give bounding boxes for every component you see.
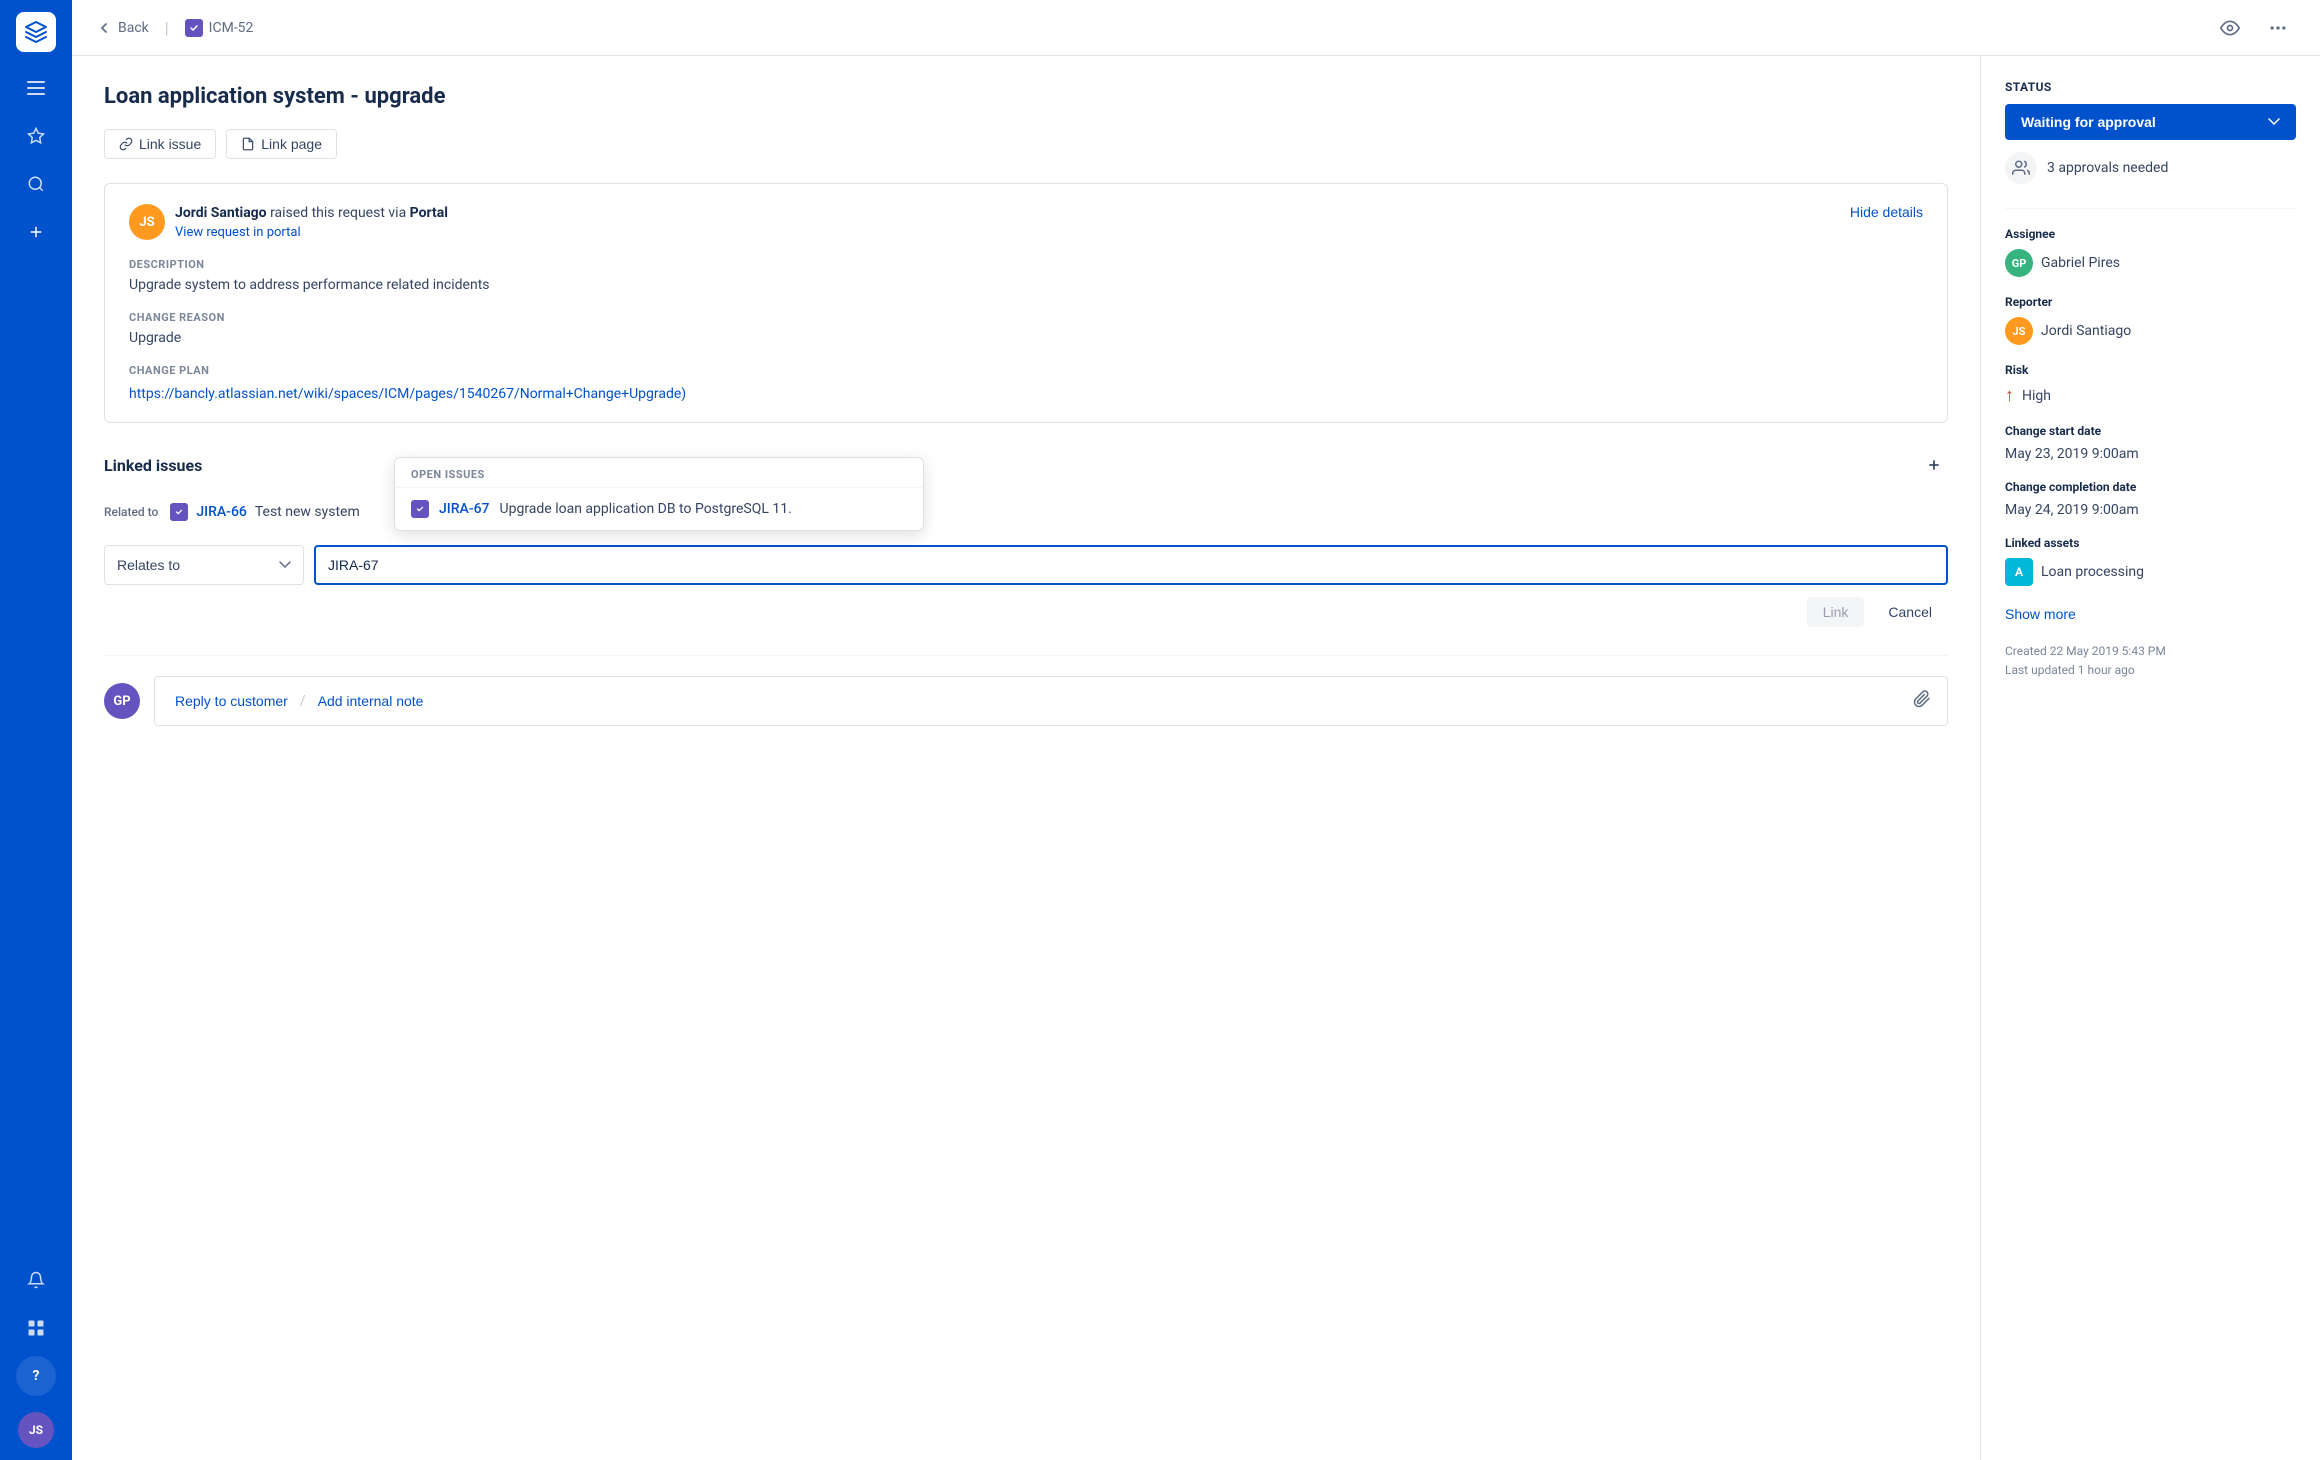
app-logo[interactable] [16,12,56,52]
issue-type-badge [185,19,203,37]
page-title: Loan application system - upgrade [104,84,1948,109]
status-button[interactable]: Waiting for approval [2005,104,2296,140]
action-buttons: Link issue Link page [104,129,1948,159]
watch-button[interactable] [2212,10,2248,46]
link-form-row: Relates to Blocks Is blocked by Duplicat… [104,545,1948,585]
request-card: JS Jordi Santiago raised this request vi… [104,183,1948,423]
change-completion-label: Change completion date [2005,480,2296,494]
assignee-avatar: GP [2005,249,2033,277]
requester-info: JS Jordi Santiago raised this request vi… [129,204,448,240]
help-icon[interactable]: ? [16,1356,56,1396]
relates-to-select[interactable]: Relates to Blocks Is blocked by Duplicat… [104,545,304,585]
linked-assets-value: A Loan processing [2005,558,2296,586]
related-to-type-label: Related to [104,505,158,519]
linked-issues-section: Linked issues Related to [104,451,1948,627]
linked-asset-icon: A [2005,558,2033,586]
assignee-label: Assignee [2005,227,2296,241]
open-issue-67-summary: Upgrade loan application DB to PostgreSQ… [500,501,792,517]
timestamps: Created 22 May 2019 5:43 PM Last updated… [2005,642,2296,680]
sidebar: ? JS [0,0,72,1460]
risk-field: Risk ↑ High [2005,363,2296,406]
jira-badge-66 [170,503,188,521]
jira-66-summary: Test new system [255,504,360,520]
link-search-input[interactable] [314,545,1948,585]
reporter-label: Reporter [2005,295,2296,309]
status-section: Status Waiting for approval [2005,80,2296,184]
link-page-btn[interactable]: Link page [226,129,337,159]
change-start-label: Change start date [2005,424,2296,438]
attachment-btn[interactable] [1913,690,1931,713]
approvals-text: 3 approvals needed [2047,160,2168,176]
description-label: DESCRIPTION [129,258,1923,271]
user-avatar[interactable]: JS [18,1412,54,1448]
assignee-value: GP Gabriel Pires [2005,249,2296,277]
assignee-field: Assignee GP Gabriel Pires [2005,227,2296,277]
grid-icon[interactable] [16,1308,56,1348]
open-issues-dropdown: OPEN ISSUES JIRA-67 Upgrade loan applica… [394,457,924,531]
change-plan-link[interactable]: https://bancly.atlassian.net/wiki/spaces… [129,386,686,402]
reporter-avatar: JS [2005,317,2033,345]
create-icon[interactable] [16,212,56,252]
change-start-field: Change start date May 23, 2019 9:00am [2005,424,2296,462]
reply-to-customer-btn[interactable]: Reply to customer [171,689,292,713]
reply-actions: Reply to customer / Add internal note [171,689,427,713]
issue-breadcrumb[interactable]: ICM-52 [185,19,254,37]
view-request-portal-link[interactable]: View request in portal [175,225,301,240]
divider [2005,208,2296,209]
risk-label: Risk [2005,363,2296,377]
add-internal-note-btn[interactable]: Add internal note [314,689,428,713]
link-cancel-btn[interactable]: Cancel [1872,597,1948,627]
open-issue-item-67[interactable]: JIRA-67 Upgrade loan application DB to P… [395,488,923,530]
link-form: OPEN ISSUES JIRA-67 Upgrade loan applica… [104,545,1948,627]
right-panel: Status Waiting for approval [1980,56,2320,1460]
show-more-btn[interactable]: Show more [2005,606,2076,622]
change-completion-field: Change completion date May 24, 2019 9:00… [2005,480,2296,518]
reporter-field: Reporter JS Jordi Santiago [2005,295,2296,345]
description-value: Upgrade system to address performance re… [129,277,1923,293]
change-reason-label: CHANGE REASON [129,311,1923,324]
reply-input-area[interactable]: Reply to customer / Add internal note [154,676,1948,726]
linked-assets-field: Linked assets A Loan processing [2005,536,2296,586]
breadcrumb-separator: | [165,18,169,37]
change-start-value: May 23, 2019 9:00am [2005,446,2296,462]
add-linked-issue-btn[interactable] [1920,451,1948,479]
jira-badge-67 [411,500,429,518]
linked-issue-row: Related to JIRA-66 Test new system [104,495,1948,529]
linked-issues-title: Linked issues [104,456,202,475]
link-issue-btn[interactable]: Link issue [104,129,216,159]
jira-66-key[interactable]: JIRA-66 [196,504,247,520]
linked-assets-label: Linked assets [2005,536,2296,550]
back-button[interactable]: Back [96,20,149,36]
change-completion-value: May 24, 2019 9:00am [2005,502,2296,518]
search-icon[interactable] [16,164,56,204]
approvals-icon [2005,152,2037,184]
status-value: Waiting for approval [2021,114,2260,130]
risk-arrow-icon: ↑ [2005,385,2014,406]
requester-avatar: JS [129,204,165,240]
left-panel: Loan application system - upgrade Link i… [72,56,1980,1460]
risk-text: High [2022,388,2051,404]
status-label: Status [2005,80,2296,94]
approvals-row: 3 approvals needed [2005,152,2296,184]
reply-avatar: GP [104,683,140,719]
change-plan-label: CHANGE PLAN [129,364,1923,377]
open-issue-67-key: JIRA-67 [439,501,490,517]
link-form-actions: Link Cancel [104,597,1948,627]
reporter-value: JS Jordi Santiago [2005,317,2296,345]
open-issues-header: OPEN ISSUES [395,458,923,488]
link-submit-btn[interactable]: Link [1807,597,1865,627]
star-icon[interactable] [16,116,56,156]
hamburger-icon[interactable] [16,68,56,108]
reply-section: GP Reply to customer / Add internal note [104,655,1948,726]
chevron-down-icon [2268,116,2280,128]
change-reason-value: Upgrade [129,330,1923,346]
risk-value: ↑ High [2005,385,2296,406]
topbar: Back | ICM-52 [72,0,2320,56]
more-options-button[interactable] [2260,10,2296,46]
reply-separator: / [300,693,306,709]
requester-text: Jordi Santiago raised this request via P… [175,205,448,221]
notification-icon[interactable] [16,1260,56,1300]
hide-details-btn[interactable]: Hide details [1850,204,1923,220]
